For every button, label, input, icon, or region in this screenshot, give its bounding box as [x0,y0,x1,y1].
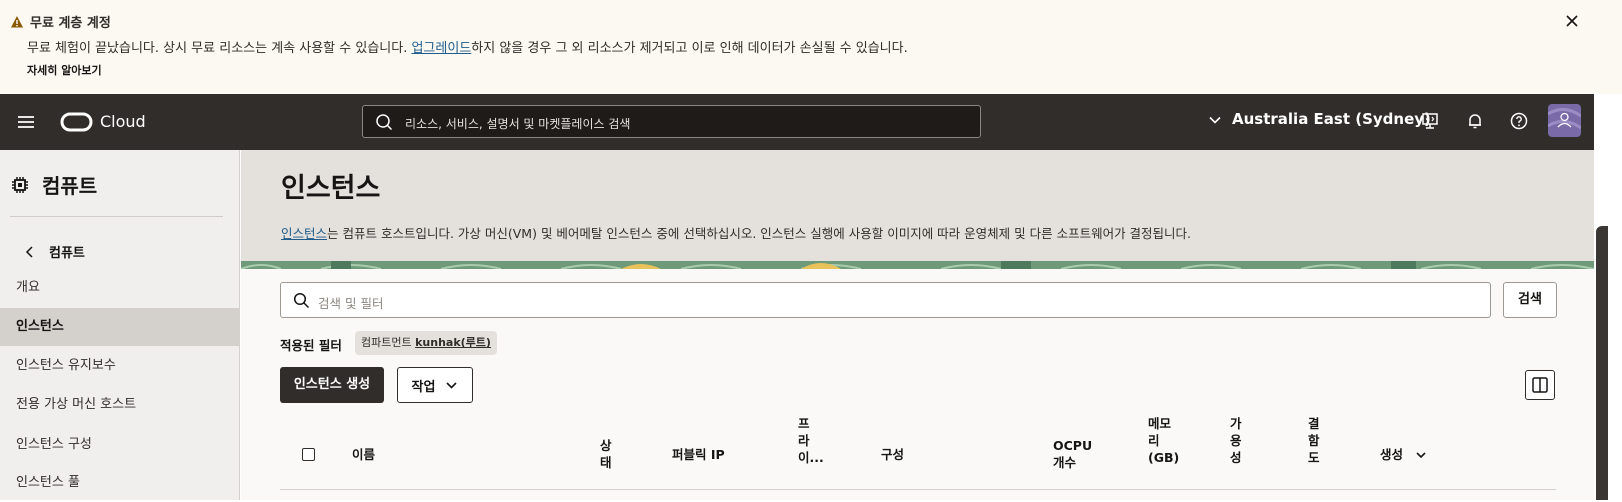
search-icon [376,114,393,131]
column-header-public-ip[interactable]: 퍼블릭 IP [672,446,725,463]
sidebar-heading: 컴퓨트 [10,170,97,199]
oracle-logo-icon[interactable] [60,112,93,132]
filter-chip-value[interactable]: kunhak(루트) [415,336,491,349]
chevron-down-icon[interactable] [1208,113,1222,127]
free-tier-banner: 무료 계층 계정 무료 체험이 끝났습니다. 상시 무료 리소스는 계속 사용할… [0,0,1622,94]
select-all-checkbox[interactable] [302,448,315,461]
developer-tools-icon[interactable] [1420,111,1440,131]
sort-descending-icon [1416,451,1426,458]
upgrade-link[interactable]: 업그레이드 [411,41,471,56]
instances-docs-link[interactable]: 인스턴스 [281,226,327,241]
column-header-status[interactable]: 상 태 [600,437,612,471]
chevron-left-icon [25,245,33,258]
notifications-bell-icon[interactable] [1465,111,1485,131]
banner-message: 무료 체험이 끝났습니다. 상시 무료 리소스는 계속 사용할 수 있습니다. … [27,37,908,56]
user-profile-icon [1548,108,1581,130]
instances-panel: 검색 및 필터 검색 적용된 필터 컴파트먼트 kunhak(루트) 인스턴스 … [241,269,1594,500]
column-header-private-ip[interactable]: 프 라 이... [798,415,824,466]
column-header-shape[interactable]: 구성 [881,446,904,463]
user-avatar[interactable] [1548,104,1581,137]
column-header-fault-domain[interactable]: 결 함 도 [1308,415,1320,466]
filter-placeholder: 검색 및 필터 [318,296,384,311]
brand-label[interactable]: Cloud [100,112,146,131]
sidebar-item-instance-maintenance[interactable]: 인스턴스 유지보수 [0,347,239,385]
filter-chip-key: 컴파트먼트 [361,336,412,349]
actions-label: 작업 [411,379,436,395]
sidebar-heading-text: 컴퓨트 [42,174,98,198]
warning-icon [11,15,23,27]
sidebar-divider [10,216,223,217]
learn-more-link[interactable]: 자세히 알아보기 [27,62,102,78]
search-placeholder: 리소스, 서비스, 설명서 및 마켓플레이스 검색 [405,117,631,131]
column-header-memory[interactable]: 메모 리 (GB) [1148,415,1179,466]
page-scrollbar-thumb[interactable] [1596,226,1608,500]
close-icon[interactable] [1562,11,1582,31]
help-icon[interactable] [1509,111,1529,131]
sidebar-item-instance-pools[interactable]: 인스턴스 풀 [0,464,239,502]
hamburger-menu-icon[interactable] [16,112,36,132]
global-search-input[interactable]: 리소스, 서비스, 설명서 및 마켓플레이스 검색 [362,105,981,138]
banner-message-part1: 무료 체험이 끝났습니다. 상시 무료 리소스는 계속 사용할 수 있습니다. [27,41,412,56]
page-description-text: 는 컴퓨트 호스트입니다. 가상 머신(VM) 및 베어메탈 인스턴스 중에 선… [327,226,1192,241]
column-header-ocpu[interactable]: OCPU 개수 [1053,437,1092,471]
search-icon [293,292,310,309]
actions-dropdown-button[interactable]: 작업 [397,367,473,403]
column-header-created[interactable]: 생성 [1380,446,1427,463]
banner-title: 무료 계층 계정 [10,12,111,31]
create-instance-button[interactable]: 인스턴스 생성 [280,367,384,403]
page-title: 인스턴스 [281,173,381,204]
sidebar: 컴퓨트 컴퓨트 개요 인스턴스 인스턴스 유지보수 전용 가상 머신 호스트 인… [0,150,240,500]
columns-icon [1532,377,1548,393]
column-header-availability-domain[interactable]: 가 용 성 [1230,415,1242,466]
sidebar-item-overview[interactable]: 개요 [0,269,239,307]
region-selector[interactable]: Australia East (Sydney) [1232,110,1431,128]
chevron-down-icon [446,381,458,389]
page-description: 인스턴스는 컴퓨트 호스트입니다. 가상 머신(VM) 및 베어메탈 인스턴스 … [281,223,1191,242]
applied-filters-label: 적용된 필터 [280,338,342,353]
search-filter-input[interactable]: 검색 및 필터 [280,282,1491,318]
column-header-created-label: 생성 [1380,447,1404,462]
page-header: 인스턴스 인스턴스는 컴퓨트 호스트입니다. 가상 머신(VM) 및 베어메탈 … [241,150,1594,262]
banner-title-text: 무료 계층 계정 [30,16,111,31]
sidebar-back-label: 컴퓨트 [49,246,85,261]
banner-message-part2: 하지 않을 경우 그 외 리소스가 제거되고 이로 인해 데이터가 손실될 수 … [471,41,908,56]
sidebar-item-instance-configurations[interactable]: 인스턴스 구성 [0,426,239,464]
search-button[interactable]: 검색 [1503,282,1557,318]
column-header-name[interactable]: 이름 [352,446,375,463]
sidebar-back-link[interactable]: 컴퓨트 [25,242,85,261]
instances-table-header: 이름 상 태 퍼블릭 IP 프 라 이... 구성 OCPU 개수 메모 리 (… [280,416,1556,490]
sidebar-item-instances[interactable]: 인스턴스 [0,308,239,346]
compute-chip-icon [12,176,28,193]
column-settings-button[interactable] [1525,370,1555,400]
compartment-filter-chip[interactable]: 컴파트먼트 kunhak(루트) [355,331,497,355]
decorative-leaf-pattern [241,261,1594,269]
top-navigation-bar: Cloud 리소스, 서비스, 설명서 및 마켓플레이스 검색 Australi… [0,94,1594,150]
sidebar-item-dedicated-vm-hosts[interactable]: 전용 가상 머신 호스트 [0,386,239,424]
